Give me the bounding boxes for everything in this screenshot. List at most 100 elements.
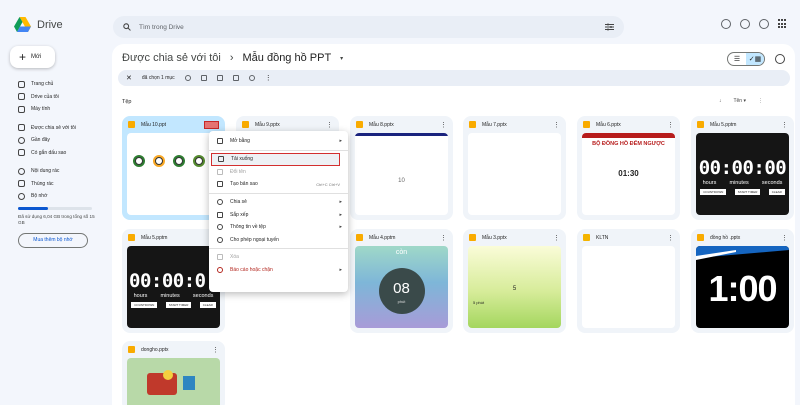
more-actions-icon[interactable]	[204, 120, 219, 129]
file-card[interactable]: Mẫu 7.pptx ⋮	[463, 116, 566, 220]
slides-file-icon	[469, 121, 476, 128]
file-card[interactable]: Mẫu 6.pptx ⋮ BỘ ĐỒNG HỒ ĐẾM NGƯỢC 01:30	[577, 116, 680, 220]
menu-item-file-info[interactable]: Thông tin về tệp ▸	[209, 221, 348, 234]
sidebar-item-shared[interactable]: Được chia sẻ với tôi	[0, 122, 110, 135]
file-thumbnail: BỘ ĐỒNG HỒ ĐẾM NGƯỢC 01:30	[582, 133, 675, 215]
slides-file-icon	[697, 121, 704, 128]
move-icon[interactable]	[216, 75, 223, 81]
sidebar-item-storage[interactable]: Bộ nhớ	[0, 190, 110, 203]
thumbnail-number: 5	[512, 286, 517, 292]
menu-item-make-copy[interactable]: Tạo bản sao Ctrl+C Ctrl+V	[209, 178, 348, 191]
more-vert-icon[interactable]: ⋮	[758, 98, 763, 104]
breadcrumb-parent[interactable]: Được chia sẻ với tôi	[122, 52, 221, 64]
file-card[interactable]: Mẫu 3.pptx ⋮ 5 5 phút	[463, 229, 566, 333]
more-vert-icon[interactable]: ⋮	[553, 121, 560, 129]
home-icon	[18, 80, 25, 88]
sidebar-item-label: Được chia sẻ với tôi	[31, 124, 76, 131]
grid-view-icon[interactable]: ✓▦	[746, 53, 764, 65]
more-vert-icon[interactable]: ⋮	[440, 121, 447, 129]
sidebar-item-spam[interactable]: Nội dung rác	[0, 165, 110, 178]
drive-logo[interactable]: Drive	[14, 17, 63, 32]
new-button[interactable]: + Mới	[10, 46, 55, 68]
menu-item-download[interactable]: Tải xuống	[211, 152, 340, 166]
file-card[interactable]: dongho.pptx ⋮	[122, 341, 225, 405]
sidebar-item-trash[interactable]: Thùng rác	[0, 178, 110, 191]
file-card[interactable]: KLTN ⋮	[577, 229, 680, 333]
link-icon[interactable]	[248, 75, 255, 81]
apps-grid-icon[interactable]	[778, 19, 788, 29]
more-vert-icon[interactable]: ⋮	[781, 121, 788, 129]
clock-icon	[18, 136, 25, 144]
storage-bar-fill	[18, 206, 48, 210]
file-name: Mẫu 3.pptx	[482, 234, 507, 241]
status-icon[interactable]	[721, 19, 731, 29]
context-menu: Mở bằng ▸ Tải xuống Đổi tên Tạo bản sao Ct…	[209, 131, 348, 292]
sort-field[interactable]: Tên ▾	[733, 98, 746, 104]
file-thumbnail	[127, 133, 220, 215]
trash-icon	[18, 180, 25, 188]
app-title: Drive	[37, 18, 63, 31]
file-card[interactable]: đồng hồ .pptx ⋮ 1:00	[691, 229, 794, 333]
report-icon	[217, 267, 223, 274]
download-icon[interactable]	[200, 75, 207, 81]
list-view-icon[interactable]: ☰	[728, 53, 746, 65]
sidebar-item-recent[interactable]: Gần đây	[0, 134, 110, 147]
thumbnail-time: 1:00	[708, 268, 777, 309]
chevron-right-icon: ▸	[339, 267, 342, 274]
menu-item-share[interactable]: Chia sẻ ▸	[209, 196, 348, 209]
file-thumbnail: còn 08 phút	[355, 246, 448, 328]
more-vert-icon[interactable]: ⋮	[781, 234, 788, 242]
sidebar-item-starred[interactable]: Có gắn dấu sao	[0, 147, 110, 160]
close-icon[interactable]: ✕	[126, 74, 132, 82]
file-thumbnail	[127, 358, 220, 405]
chevron-right-icon: ▸	[339, 224, 342, 231]
chevron-down-icon[interactable]: ▾	[340, 55, 343, 62]
more-vert-icon[interactable]: ⋮	[667, 234, 674, 242]
file-card[interactable]: Mẫu 5.pptm ⋮ 00:00:00 hours minutes seconds…	[691, 116, 794, 220]
star-icon	[18, 149, 25, 157]
menu-item-offline[interactable]: Cho phép ngoại tuyến	[209, 234, 348, 247]
file-name: KLTN	[596, 234, 609, 241]
settings-icon[interactable]	[759, 19, 769, 29]
sort-field-label: Tên	[733, 98, 743, 104]
breadcrumb-current[interactable]: Mẫu đồng hồ PPT	[243, 52, 332, 64]
menu-item-rename[interactable]: Đổi tên	[209, 166, 348, 179]
buy-storage-button[interactable]: Mua thêm bộ nhớ	[18, 232, 88, 248]
sidebar-item-computers[interactable]: Máy tính	[0, 103, 110, 116]
view-toggle: ☰ ✓▦	[727, 52, 765, 66]
unit-label: minutes	[729, 180, 749, 186]
menu-item-label: Tải xuống	[231, 156, 253, 163]
search-bar[interactable]: Tìm trong Drive	[113, 16, 624, 38]
thumbnail-button: COUNTDOWN	[131, 302, 158, 308]
unit-label: hours	[702, 180, 717, 186]
more-vert-icon[interactable]: ⋮	[553, 234, 560, 242]
help-icon[interactable]	[740, 19, 750, 29]
menu-item-label: Tạo bản sao	[230, 181, 258, 188]
menu-item-organize[interactable]: Sắp xếp ▸	[209, 208, 348, 221]
file-name: Mẫu 5.pptm	[710, 121, 737, 128]
file-name: dongho.pptx	[141, 346, 169, 353]
more-vert-icon[interactable]: ⋮	[440, 234, 447, 242]
info-icon[interactable]	[775, 54, 785, 64]
more-vert-icon[interactable]: ⋮	[265, 74, 272, 82]
search-input[interactable]: Tìm trong Drive	[139, 24, 597, 31]
menu-item-open-with[interactable]: Mở bằng ▸	[209, 135, 348, 148]
more-vert-icon[interactable]: ⋮	[326, 121, 333, 129]
menu-item-report[interactable]: Báo cáo hoặc chặn ▸	[209, 264, 348, 277]
sidebar-nav: Trang chủ Drive của tôi Máy tính Được ch…	[0, 78, 110, 248]
delete-icon[interactable]	[232, 75, 239, 81]
share-icon[interactable]	[184, 75, 191, 81]
filter-icon[interactable]	[605, 23, 614, 31]
sidebar-item-home[interactable]: Trang chủ	[0, 78, 110, 91]
sidebar-item-my-drive[interactable]: Drive của tôi	[0, 91, 110, 104]
drive-logo-icon	[14, 17, 31, 32]
sort-direction-icon[interactable]: ↓	[719, 98, 722, 104]
rename-icon	[217, 168, 223, 175]
file-card[interactable]: Mẫu 4.pptm ⋮ còn 08 phút	[350, 229, 453, 333]
menu-item-delete[interactable]: Xóa	[209, 251, 348, 264]
more-vert-icon[interactable]: ⋮	[212, 346, 219, 354]
slides-file-icon	[128, 346, 135, 353]
files-heading: Tệp	[122, 99, 132, 105]
more-vert-icon[interactable]: ⋮	[667, 121, 674, 129]
file-card[interactable]: Mẫu 8.pptx ⋮ 10	[350, 116, 453, 220]
